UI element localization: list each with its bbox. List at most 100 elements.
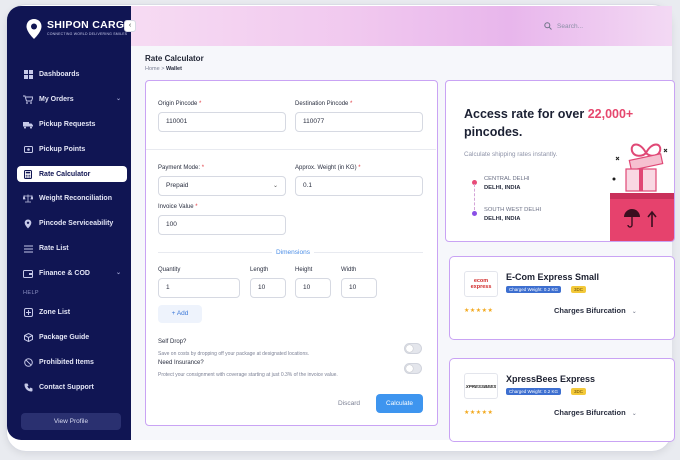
sidebar: SHIPON CARGO CONNECTING WORLD DELIVERING… — [7, 6, 133, 440]
payment-mode-select[interactable]: Prepaid ⌄ — [158, 176, 286, 196]
weight-label: Approx. Weight (in KG) * — [295, 165, 361, 171]
help-heading: HELP — [23, 290, 39, 296]
calculator-icon — [23, 169, 33, 179]
self-drop-hint: Save on costs by dropping off your packa… — [158, 351, 310, 357]
length-input[interactable]: 10 — [250, 278, 286, 298]
insurance-toggle[interactable] — [404, 363, 422, 374]
wallet-icon — [23, 269, 33, 279]
chevron-left-icon: ‹ — [128, 22, 132, 29]
invoice-value-label: Invoice Value * — [158, 204, 198, 210]
origin-pincode-label: Origin Pincode * — [158, 101, 202, 107]
quantity-label: Quantity — [158, 267, 181, 273]
courier-card[interactable]: XPRESSBEES XpressBees Express Charged We… — [449, 358, 675, 442]
sidebar-item-prohibited-items[interactable]: Prohibited Items — [7, 350, 131, 375]
height-label: Height — [295, 267, 313, 273]
sidebar-item-label: Rate Calculator — [39, 170, 91, 178]
main-content: Rate Calculator Home > Wallet Origin Pin… — [131, 46, 675, 442]
grid-icon — [23, 70, 33, 80]
to-city: DELHI, INDIA — [484, 216, 521, 222]
map-pin-icon — [23, 145, 33, 155]
scale-icon — [23, 194, 33, 204]
brand-tagline: CONNECTING WORLD DELIVERING SMILES — [47, 32, 128, 36]
gift-box-illustration-icon — [610, 143, 674, 241]
to-area: SOUTH WEST DELHI — [484, 207, 542, 213]
from-city: DELHI, INDIA — [484, 185, 521, 191]
sidebar-item-pickup-points[interactable]: Pickup Points — [7, 137, 131, 162]
location-icon — [23, 219, 33, 229]
breadcrumb-current: Wallet — [165, 66, 182, 72]
calculate-button[interactable]: Calculate — [376, 394, 423, 413]
width-label: Width — [341, 267, 357, 273]
sidebar-item-finance-cod[interactable]: Finance & COD ⌄ — [7, 261, 131, 286]
self-drop-toggle[interactable] — [404, 343, 422, 354]
courier-tag-badge: 3DC — [571, 286, 587, 293]
sidebar-item-weight-reconciliation[interactable]: Weight Reconciliation — [7, 186, 131, 211]
courier-name: XpressBees Express — [506, 374, 596, 384]
invoice-value-input[interactable]: 100 — [158, 215, 286, 235]
sidebar-item-pickup-requests[interactable]: Pickup Requests — [7, 112, 131, 137]
sidebar-item-label: Zone List — [39, 309, 71, 316]
discard-button[interactable]: Discard — [338, 400, 360, 407]
sidebar-item-rate-calculator[interactable]: Rate Calculator — [17, 166, 127, 182]
breadcrumb: Home > Wallet — [145, 66, 182, 72]
sidebar-item-pincode-serviceability[interactable]: Pincode Serviceability — [7, 211, 131, 236]
breadcrumb-home[interactable]: Home — [145, 66, 160, 72]
sidebar-item-label: Pickup Points — [39, 146, 86, 153]
sidebar-item-label: Prohibited Items — [39, 359, 94, 366]
breadcrumb-separator: > — [161, 66, 165, 72]
search-box[interactable]: Search... — [544, 22, 583, 30]
courier-logo: XPRESSBEES — [464, 373, 498, 399]
zone-icon — [23, 308, 33, 318]
chevron-down-icon: ⌄ — [631, 411, 637, 417]
payment-mode-label: Payment Mode: * — [158, 165, 205, 171]
sidebar-item-package-guide[interactable]: Package Guide — [7, 325, 131, 350]
destination-pincode-input[interactable]: 110077 — [295, 112, 423, 132]
charges-bifurcation-toggle[interactable]: Charges Bifurcation ⌄ — [554, 306, 637, 315]
sidebar-item-label: Pincode Serviceability — [39, 220, 114, 227]
sidebar-nav: Dashboards My Orders ⌄ Pickup Requests P… — [7, 62, 131, 400]
brand-logo[interactable]: SHIPON CARGO CONNECTING WORLD DELIVERING… — [25, 16, 133, 46]
page-title: Rate Calculator — [145, 54, 204, 63]
sidebar-item-label: Finance & COD — [39, 270, 90, 277]
add-package-button[interactable]: + Add — [158, 305, 202, 323]
weight-input[interactable]: 0.1 — [295, 176, 423, 196]
height-input[interactable]: 10 — [295, 278, 331, 298]
sidebar-item-contact-support[interactable]: Contact Support — [7, 375, 131, 400]
insurance-label: Need Insurance? — [158, 360, 204, 366]
sidebar-item-label: Contact Support — [39, 384, 94, 391]
courier-card[interactable]: ecom express E-Com Express Small Charged… — [449, 256, 675, 340]
courier-logo: ecom express — [464, 271, 498, 297]
sidebar-item-label: Package Guide — [39, 334, 90, 341]
rate-calculator-form: Origin Pincode * 110001 Destination Pinc… — [145, 80, 438, 426]
courier-tag-badge: 3DC — [571, 388, 587, 395]
sidebar-item-dashboards[interactable]: Dashboards — [7, 62, 131, 87]
dimensions-heading: Dimensions — [272, 249, 314, 256]
origin-pincode-input[interactable]: 110001 — [158, 112, 286, 132]
self-drop-label: Self Drop? — [158, 339, 187, 345]
location-pin-icon — [26, 19, 42, 39]
chevron-down-icon: ⌄ — [631, 309, 637, 315]
list-icon — [23, 244, 33, 254]
truck-icon — [23, 120, 33, 130]
destination-dot-icon — [472, 211, 477, 216]
sidebar-item-zone-list[interactable]: Zone List — [7, 300, 131, 325]
sidebar-item-rate-list[interactable]: Rate List — [7, 236, 131, 261]
sidebar-item-my-orders[interactable]: My Orders ⌄ — [7, 87, 131, 112]
charged-weight-badge: Charged Weight: 0.2 KG — [506, 286, 561, 293]
brand-name: SHIPON CARGO — [47, 19, 133, 31]
insurance-hint: Protect your consignment with coverage s… — [158, 372, 338, 378]
section-divider — [146, 149, 436, 150]
sidebar-item-label: My Orders — [39, 96, 74, 103]
chevron-down-icon: ⌄ — [272, 183, 278, 189]
sidebar-collapse-button[interactable]: ‹ — [124, 20, 136, 32]
search-input[interactable]: Search... — [557, 23, 583, 30]
search-icon — [544, 22, 552, 30]
from-area: CENTRAL DELHI — [484, 176, 530, 182]
route-line — [474, 184, 475, 210]
charges-bifurcation-toggle[interactable]: Charges Bifurcation ⌄ — [554, 408, 637, 417]
quantity-input[interactable]: 1 — [158, 278, 240, 298]
destination-pincode-label: Destination Pincode * — [295, 101, 353, 107]
width-input[interactable]: 10 — [341, 278, 377, 298]
cart-icon — [23, 95, 33, 105]
view-profile-button[interactable]: View Profile — [21, 413, 121, 430]
